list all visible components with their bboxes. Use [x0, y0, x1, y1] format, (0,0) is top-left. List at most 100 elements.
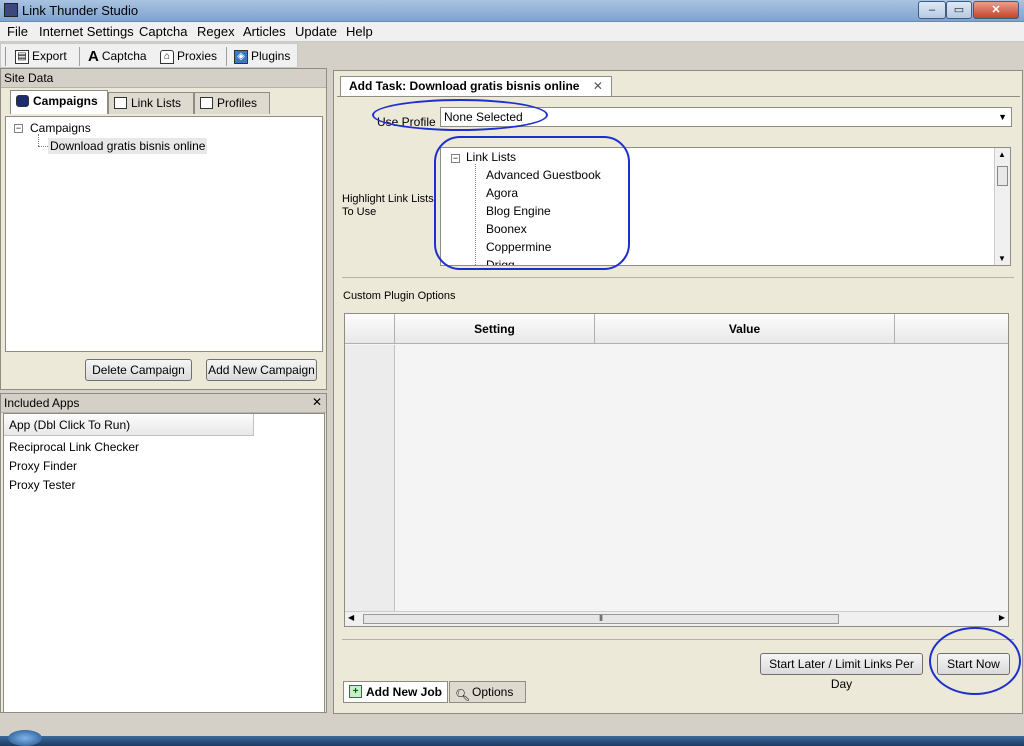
- tree-connector: [38, 134, 39, 146]
- plugins-icon: ◈: [234, 49, 248, 64]
- plugins-label: Plugins: [251, 49, 291, 63]
- tab-options-label: Options: [472, 685, 514, 699]
- export-label: Export: [32, 49, 67, 63]
- link-list-item[interactable]: Agora: [486, 186, 518, 200]
- campaigns-icon: [16, 95, 29, 107]
- scroll-thumb[interactable]: [997, 166, 1008, 186]
- tab-add-new-job[interactable]: + Add New Job: [343, 681, 448, 703]
- close-button[interactable]: ✕: [973, 1, 1019, 19]
- toolbar-grip: [5, 47, 6, 66]
- start-now-button[interactable]: Start Now: [937, 653, 1010, 675]
- tree-root-link-lists[interactable]: Link Lists: [466, 150, 516, 164]
- task-tab-title: Add Task: Download gratis bisnis online: [349, 79, 580, 93]
- collapse-icon[interactable]: −: [451, 154, 460, 163]
- grid-row-headers: [345, 345, 395, 611]
- menu-help[interactable]: Help: [346, 24, 373, 39]
- campaign-tree: − Campaigns Download gratis bisnis onlin…: [5, 116, 323, 352]
- plugins-button[interactable]: ◈ Plugins: [234, 47, 290, 66]
- grid-hscrollbar[interactable]: ◀ ⦀ ▶: [345, 611, 1008, 626]
- start-orb-icon[interactable]: [8, 730, 42, 746]
- tab-add-new-job-label: Add New Job: [366, 685, 443, 699]
- windows-taskbar: [0, 730, 1024, 746]
- menu-bar: File Internet Settings Captcha Regex Art…: [0, 22, 1024, 42]
- export-button[interactable]: ▤ Export: [15, 47, 67, 66]
- grid-corner: [345, 314, 395, 344]
- link-lists-scrollbar[interactable]: ▲ ▼: [994, 148, 1010, 265]
- tab-campaigns-label: Campaigns: [33, 94, 98, 108]
- tab-link-lists[interactable]: Link Lists: [108, 92, 194, 114]
- scroll-left-icon[interactable]: ◀: [348, 613, 354, 622]
- grid-header-value[interactable]: Value: [595, 314, 895, 344]
- app-icon: [4, 3, 18, 17]
- captcha-button[interactable]: A Captcha: [88, 47, 147, 66]
- use-profile-label: Use Profile: [377, 115, 436, 129]
- menu-articles[interactable]: Articles: [243, 24, 286, 39]
- use-profile-select[interactable]: None Selected ▼: [440, 107, 1012, 127]
- apps-column-header[interactable]: App (Dbl Click To Run): [4, 414, 254, 436]
- divider: [342, 277, 1014, 278]
- divider: [342, 639, 1014, 640]
- chevron-down-icon: ▼: [998, 112, 1007, 122]
- site-data-title: Site Data: [1, 69, 326, 88]
- export-icon: ▤: [15, 49, 29, 64]
- link-lists-tree: − Link Lists Advanced Guestbook Agora Bl…: [440, 147, 1011, 266]
- minimize-button[interactable]: –: [918, 1, 946, 19]
- tab-link-lists-label: Link Lists: [131, 96, 182, 110]
- custom-plugin-options-label: Custom Plugin Options: [343, 290, 456, 302]
- tree-connector: [38, 146, 48, 147]
- menu-regex[interactable]: Regex: [197, 24, 235, 39]
- add-new-campaign-button[interactable]: Add New Campaign: [206, 359, 317, 381]
- link-list-item[interactable]: Boonex: [486, 222, 527, 236]
- magnifier-icon: 🔍︎: [455, 688, 471, 702]
- link-list-item[interactable]: Drigg: [486, 258, 515, 265]
- plugin-options-grid: Setting Value U ◀ ⦀ ▶: [344, 313, 1009, 627]
- tab-profiles[interactable]: Profiles: [194, 92, 270, 114]
- add-job-icon: +: [349, 685, 362, 698]
- close-icon[interactable]: ✕: [312, 395, 322, 409]
- link-list-item[interactable]: Advanced Guestbook: [486, 168, 601, 182]
- proxies-icon: ⌂: [160, 49, 174, 64]
- title-bar: Link Thunder Studio – ▭ ✕: [0, 0, 1024, 22]
- grid-header-u[interactable]: U: [895, 314, 1008, 344]
- scroll-thumb[interactable]: ⦀: [363, 614, 839, 624]
- grid-header-setting[interactable]: Setting: [395, 314, 595, 344]
- tab-options[interactable]: 🔍︎ Options: [449, 681, 526, 703]
- profiles-icon: [200, 97, 213, 109]
- highlight-link-lists-label: Highlight Link Lists To Use: [342, 193, 434, 218]
- scroll-right-icon[interactable]: ▶: [999, 613, 1005, 622]
- tab-campaigns[interactable]: Campaigns: [10, 90, 108, 114]
- link-list-item[interactable]: Coppermine: [486, 240, 551, 254]
- close-tab-icon[interactable]: ✕: [593, 79, 603, 93]
- list-icon: [114, 97, 127, 109]
- task-content: Use Profile None Selected ▼ Highlight Li…: [337, 96, 1020, 691]
- app-item[interactable]: Reciprocal Link Checker: [4, 438, 324, 457]
- proxies-label: Proxies: [177, 49, 218, 63]
- scroll-down-icon[interactable]: ▼: [998, 254, 1006, 263]
- menu-captcha[interactable]: Captcha: [139, 24, 187, 39]
- bottom-tabs: + Add New Job 🔍︎ Options: [343, 681, 533, 705]
- task-tab[interactable]: Add Task: Download gratis bisnis online …: [340, 76, 612, 96]
- scroll-up-icon[interactable]: ▲: [998, 150, 1006, 159]
- link-list-item[interactable]: Blog Engine: [486, 204, 551, 218]
- start-later-button[interactable]: Start Later / Limit Links Per Day: [760, 653, 923, 691]
- included-apps-title: Included Apps ✕: [1, 394, 326, 413]
- maximize-button[interactable]: ▭: [946, 1, 972, 19]
- app-item[interactable]: Proxy Tester: [4, 476, 324, 495]
- menu-internet-settings[interactable]: Internet Settings: [39, 24, 134, 39]
- captcha-icon: A: [88, 48, 99, 65]
- proxies-button[interactable]: ⌂ Proxies: [160, 47, 217, 66]
- menu-update[interactable]: Update: [295, 24, 337, 39]
- menu-file[interactable]: File: [7, 24, 28, 39]
- app-item[interactable]: Proxy Finder: [4, 457, 324, 476]
- use-profile-value: None Selected: [444, 110, 523, 124]
- captcha-label: Captcha: [101, 49, 147, 63]
- tree-root-campaigns[interactable]: Campaigns: [30, 121, 91, 135]
- tree-item-campaign[interactable]: Download gratis bisnis online: [48, 138, 208, 154]
- tree-connector: [475, 164, 476, 265]
- window-title: Link Thunder Studio: [22, 3, 139, 18]
- toolbar: ▤ Export A Captcha ⌂ Proxies ◈ Plugins: [0, 43, 298, 68]
- collapse-icon[interactable]: −: [14, 124, 23, 133]
- delete-campaign-button[interactable]: Delete Campaign: [85, 359, 192, 381]
- toolbar-separator: [226, 47, 227, 66]
- apps-list: App (Dbl Click To Run) Reciprocal Link C…: [3, 413, 325, 713]
